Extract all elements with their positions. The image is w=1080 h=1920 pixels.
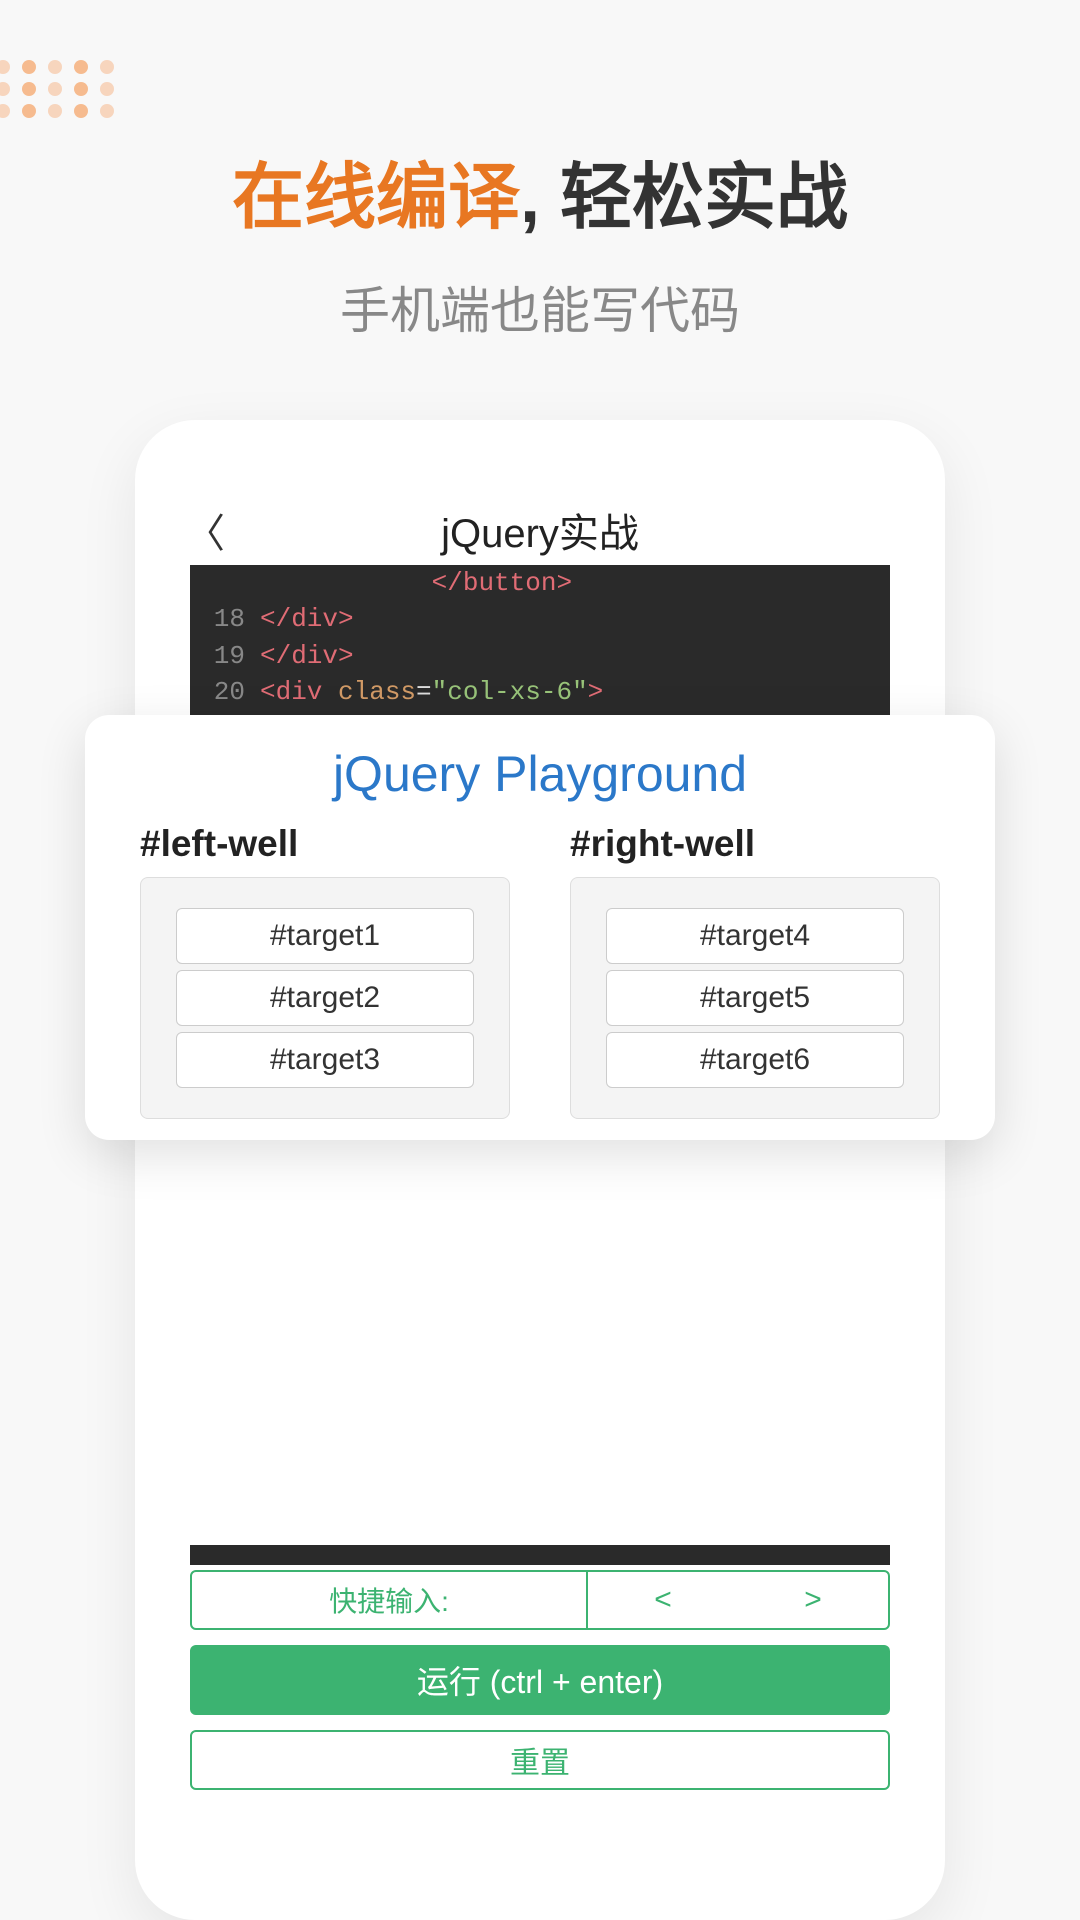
subtitle: 手机端也能写代码: [0, 271, 1080, 343]
right-well-box: #target4 #target5 #target6: [570, 877, 940, 1119]
left-well-label: #left-well: [140, 823, 510, 865]
heading-secondary: 轻松实战: [560, 158, 848, 238]
heading-highlight: 在线编译: [232, 158, 520, 238]
playground-title: jQuery Playground: [140, 745, 940, 803]
right-well-label: #right-well: [570, 823, 940, 865]
left-well-section: #left-well #target1 #target2 #target3: [140, 823, 510, 1119]
target2-button[interactable]: #target2: [176, 970, 474, 1026]
target3-button[interactable]: #target3: [176, 1032, 474, 1088]
editor-bottom-bar: [190, 1545, 890, 1565]
target4-button[interactable]: #target4: [606, 908, 904, 964]
right-well-section: #right-well #target4 #target5 #target6: [570, 823, 940, 1119]
code-line: 20 <div class="col-xs-6">: [210, 674, 870, 710]
quick-input-bar: 快捷输入: < >: [190, 1570, 890, 1630]
reset-button[interactable]: 重置: [190, 1730, 890, 1790]
target5-button[interactable]: #target5: [606, 970, 904, 1026]
target6-button[interactable]: #target6: [606, 1032, 904, 1088]
heading-section: 在线编译, 轻松实战 手机端也能写代码: [0, 155, 1080, 343]
target1-button[interactable]: #target1: [176, 908, 474, 964]
code-line: </button>: [210, 565, 870, 601]
heading-comma: ,: [520, 158, 540, 238]
phone-mockup: 〈 jQuery实战 </button> 18 </div> 19 </div>…: [135, 420, 945, 1920]
decorative-dots: [0, 60, 118, 118]
quick-lt-button[interactable]: <: [588, 1572, 738, 1628]
code-line: 19 </div>: [210, 638, 870, 674]
page-title: jQuery实战: [441, 501, 639, 559]
code-line: 18 </div>: [210, 601, 870, 637]
main-heading: 在线编译, 轻松实战: [0, 155, 1080, 241]
phone-header: 〈 jQuery实战: [135, 500, 945, 560]
quick-input-label: 快捷输入:: [192, 1572, 588, 1628]
back-icon[interactable]: 〈: [185, 501, 225, 559]
quick-gt-button[interactable]: >: [738, 1572, 888, 1628]
wells-container: #left-well #target1 #target2 #target3 #r…: [140, 823, 940, 1119]
playground-preview-card: jQuery Playground #left-well #target1 #t…: [85, 715, 995, 1140]
left-well-box: #target1 #target2 #target3: [140, 877, 510, 1119]
run-button[interactable]: 运行 (ctrl + enter): [190, 1645, 890, 1715]
